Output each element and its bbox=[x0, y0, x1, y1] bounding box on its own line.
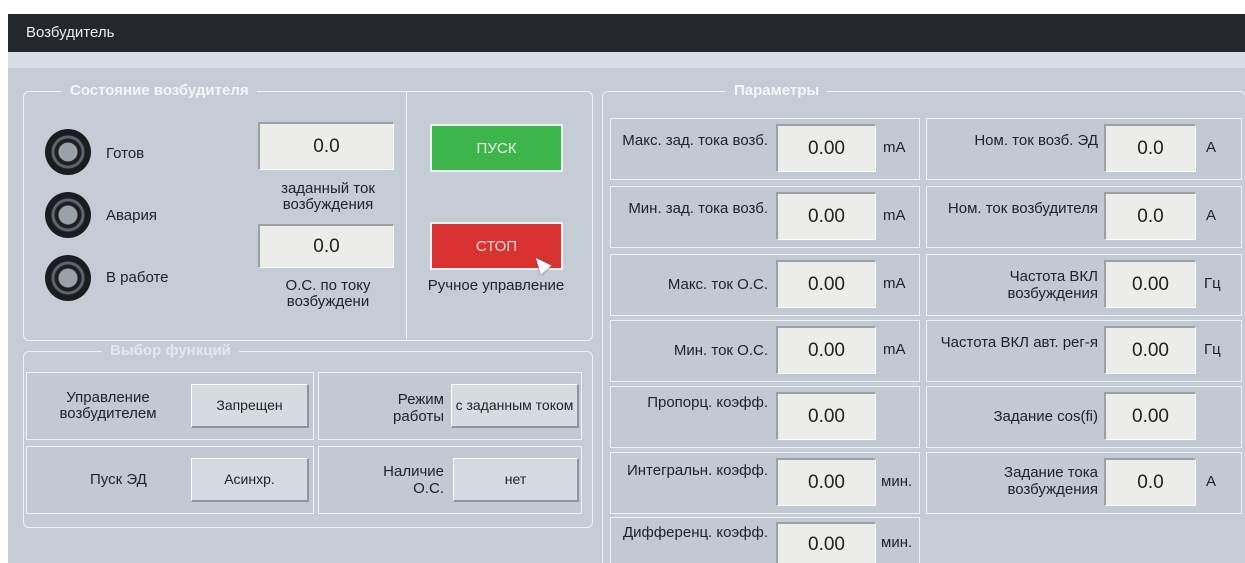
param-unit: мин. bbox=[881, 473, 913, 490]
param-label: Задание тока возбуждения bbox=[1004, 464, 1098, 498]
param-label: Мин. зад. тока возб. bbox=[628, 200, 768, 217]
window-title: Возбудитель bbox=[8, 14, 1245, 52]
param-unit: mA bbox=[883, 139, 906, 156]
param-label: Макс. ток О.С. bbox=[667, 276, 768, 293]
motor-start-label: Пуск ЭД bbox=[90, 471, 147, 488]
param-label: Мин. ток О.С. bbox=[673, 342, 768, 359]
param-value-field[interactable]: 0.00 bbox=[776, 124, 876, 172]
fb-current-field[interactable]: 0.0 bbox=[258, 224, 394, 268]
state-legend: Состояние возбудителя bbox=[62, 82, 257, 99]
set-current-caption: заданный ток возбуждения bbox=[281, 180, 375, 213]
param-value-field[interactable]: 0.00 bbox=[776, 326, 876, 374]
param-value-field[interactable]: 0.00 bbox=[1104, 326, 1196, 374]
param-unit: Гц bbox=[1204, 341, 1221, 358]
param-value-field[interactable]: 0.00 bbox=[776, 260, 876, 308]
param-label: Макс. зад. тока возб. bbox=[622, 132, 768, 149]
param-value-field[interactable]: 0.00 bbox=[776, 392, 876, 440]
param-value-field[interactable]: 0.0 bbox=[1104, 192, 1196, 240]
functions-legend: Выбор функций bbox=[102, 342, 239, 359]
mode-label: Режим работы bbox=[393, 391, 444, 425]
running-label: В работе bbox=[106, 269, 169, 286]
control-label: Управление возбудителем bbox=[59, 389, 157, 422]
param-value-field[interactable]: 0.00 bbox=[776, 458, 876, 506]
param-unit: mA bbox=[883, 341, 906, 358]
param-unit: А bbox=[1206, 473, 1217, 490]
param-value-field[interactable]: 0.00 bbox=[1104, 260, 1196, 308]
param-unit: Гц bbox=[1204, 275, 1221, 292]
alarm-label: Авария bbox=[106, 207, 157, 224]
alarm-lamp-icon bbox=[45, 192, 91, 238]
mode-button[interactable]: с заданным током bbox=[451, 384, 579, 428]
param-label: Интегральн. коэфф. bbox=[626, 462, 768, 479]
param-unit: А bbox=[1206, 207, 1217, 224]
ready-label: Готов bbox=[106, 145, 145, 162]
motor-start-button[interactable]: Асинхр. bbox=[191, 458, 309, 502]
feedback-label: Наличие О.С. bbox=[383, 463, 444, 497]
param-value-field[interactable]: 0.00 bbox=[776, 522, 876, 563]
param-value-field[interactable]: 0.0 bbox=[1104, 458, 1196, 506]
control-button[interactable]: Запрещен bbox=[191, 384, 309, 428]
param-unit: mA bbox=[883, 275, 906, 292]
fb-current-caption: О.С. по току возбуждени bbox=[285, 277, 371, 310]
param-value-field[interactable]: 0.0 bbox=[1104, 124, 1196, 172]
param-unit: mA bbox=[883, 207, 906, 224]
param-label: Частота ВКЛ авт. рег-я bbox=[940, 334, 1098, 351]
param-label: Частота ВКЛ возбуждения bbox=[1007, 268, 1098, 302]
manual-control-caption: Ручное управление bbox=[427, 277, 565, 294]
running-lamp-icon bbox=[45, 255, 91, 301]
param-label: Ном. ток возбудителя bbox=[947, 200, 1098, 217]
params-legend: Параметры bbox=[726, 82, 828, 99]
param-value-field[interactable]: 0.00 bbox=[1104, 392, 1196, 440]
set-current-field[interactable]: 0.0 bbox=[258, 122, 394, 170]
param-unit: мин. bbox=[881, 534, 913, 551]
start-button[interactable]: ПУСК bbox=[430, 124, 563, 172]
ready-lamp-icon bbox=[45, 129, 91, 175]
param-unit: А bbox=[1206, 139, 1217, 156]
hmi-screen: Возбудитель Состояние возбудителя Готов … bbox=[8, 14, 1245, 563]
param-value-field[interactable]: 0.00 bbox=[776, 192, 876, 240]
param-label: Пропорц. коэфф. bbox=[647, 394, 768, 411]
title-stripe bbox=[8, 52, 1245, 68]
param-label: Ном. ток возб. ЭД bbox=[974, 132, 1098, 149]
param-label: Дифференц. коэфф. bbox=[622, 524, 768, 541]
param-label: Задание cos(fi) bbox=[993, 408, 1098, 425]
feedback-button[interactable]: нет bbox=[453, 458, 579, 502]
